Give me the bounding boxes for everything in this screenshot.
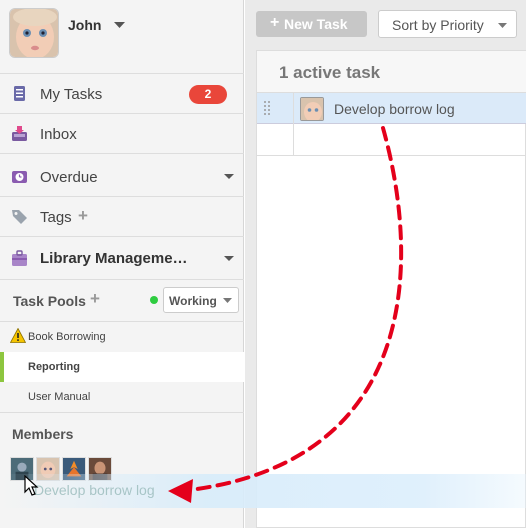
sidebar-item-my-tasks[interactable]: My Tasks 2: [0, 74, 244, 114]
main-area: + New Task Sort by Priority 1 active tas…: [245, 0, 526, 528]
pool-item-active[interactable]: Reporting: [0, 352, 244, 382]
inbox-icon: [12, 126, 27, 141]
pool-status-select[interactable]: Working: [163, 287, 239, 313]
chevron-down-icon[interactable]: [114, 22, 125, 28]
pool-status-value: Working: [169, 294, 217, 308]
task-panel-header: 1 active task: [257, 51, 526, 93]
sidebar-item-overdue[interactable]: Overdue: [0, 157, 244, 197]
new-task-button[interactable]: + New Task: [256, 11, 367, 37]
sidebar-item-label: Overdue: [40, 169, 98, 186]
pool-item-label: User Manual: [28, 391, 91, 403]
sort-label: Sort by Priority: [392, 17, 484, 33]
drag-handle-icon[interactable]: [263, 100, 271, 118]
column-divider: [293, 93, 294, 156]
user-avatar[interactable]: [9, 8, 59, 58]
active-task-count: 1 active task: [279, 63, 381, 82]
add-pool-icon[interactable]: +: [90, 289, 100, 309]
chevron-down-icon[interactable]: [224, 174, 234, 179]
task-list-icon: [14, 86, 25, 101]
pool-item-label: Reporting: [28, 361, 80, 373]
sort-dropdown[interactable]: Sort by Priority: [378, 10, 517, 38]
project-name: Library Manageme…: [40, 250, 188, 267]
sidebar-item-label: My Tasks: [40, 86, 103, 103]
pool-item-label: Book Borrowing: [28, 331, 106, 343]
pool-item[interactable]: Book Borrowing: [0, 322, 244, 352]
sidebar-item-project[interactable]: Library Manageme…: [0, 237, 244, 280]
chevron-down-icon: [223, 298, 232, 303]
task-count-badge: 2: [189, 85, 227, 104]
status-indicator: [150, 296, 158, 304]
sidebar-item-tags[interactable]: Tags +: [0, 197, 244, 237]
toolbar: + New Task Sort by Priority: [245, 0, 526, 50]
drag-ghost-label: Develop borrow log: [34, 482, 155, 498]
tag-icon: [12, 210, 27, 224]
sidebar-item-label: Tags: [40, 209, 72, 226]
new-task-label: New Task: [284, 16, 348, 32]
overdue-icon: [12, 171, 27, 183]
add-tag-icon[interactable]: +: [78, 206, 88, 226]
task-pools-title: Task Pools: [13, 293, 86, 309]
mouse-pointer-icon: [24, 475, 39, 496]
task-row[interactable]: Develop borrow log: [257, 93, 526, 124]
task-title[interactable]: Develop borrow log: [334, 101, 455, 117]
briefcase-icon: [12, 250, 27, 266]
empty-task-row[interactable]: [257, 124, 526, 156]
sidebar-item-inbox[interactable]: Inbox: [0, 114, 244, 154]
sidebar: John My Tasks 2 Inbox Overdue Tags + Lib…: [0, 0, 244, 528]
pool-item[interactable]: User Manual: [0, 382, 244, 413]
profile-header[interactable]: John: [0, 0, 244, 74]
members-title: Members: [12, 426, 74, 442]
sidebar-item-label: Inbox: [40, 126, 77, 143]
plus-icon: +: [270, 14, 280, 31]
chevron-down-icon[interactable]: [224, 256, 234, 261]
assignee-avatar[interactable]: [300, 97, 324, 121]
user-name[interactable]: John: [68, 17, 101, 33]
chevron-down-icon: [498, 23, 507, 28]
warning-icon: [10, 328, 26, 343]
task-panel: 1 active task Develop borrow log: [256, 50, 526, 528]
